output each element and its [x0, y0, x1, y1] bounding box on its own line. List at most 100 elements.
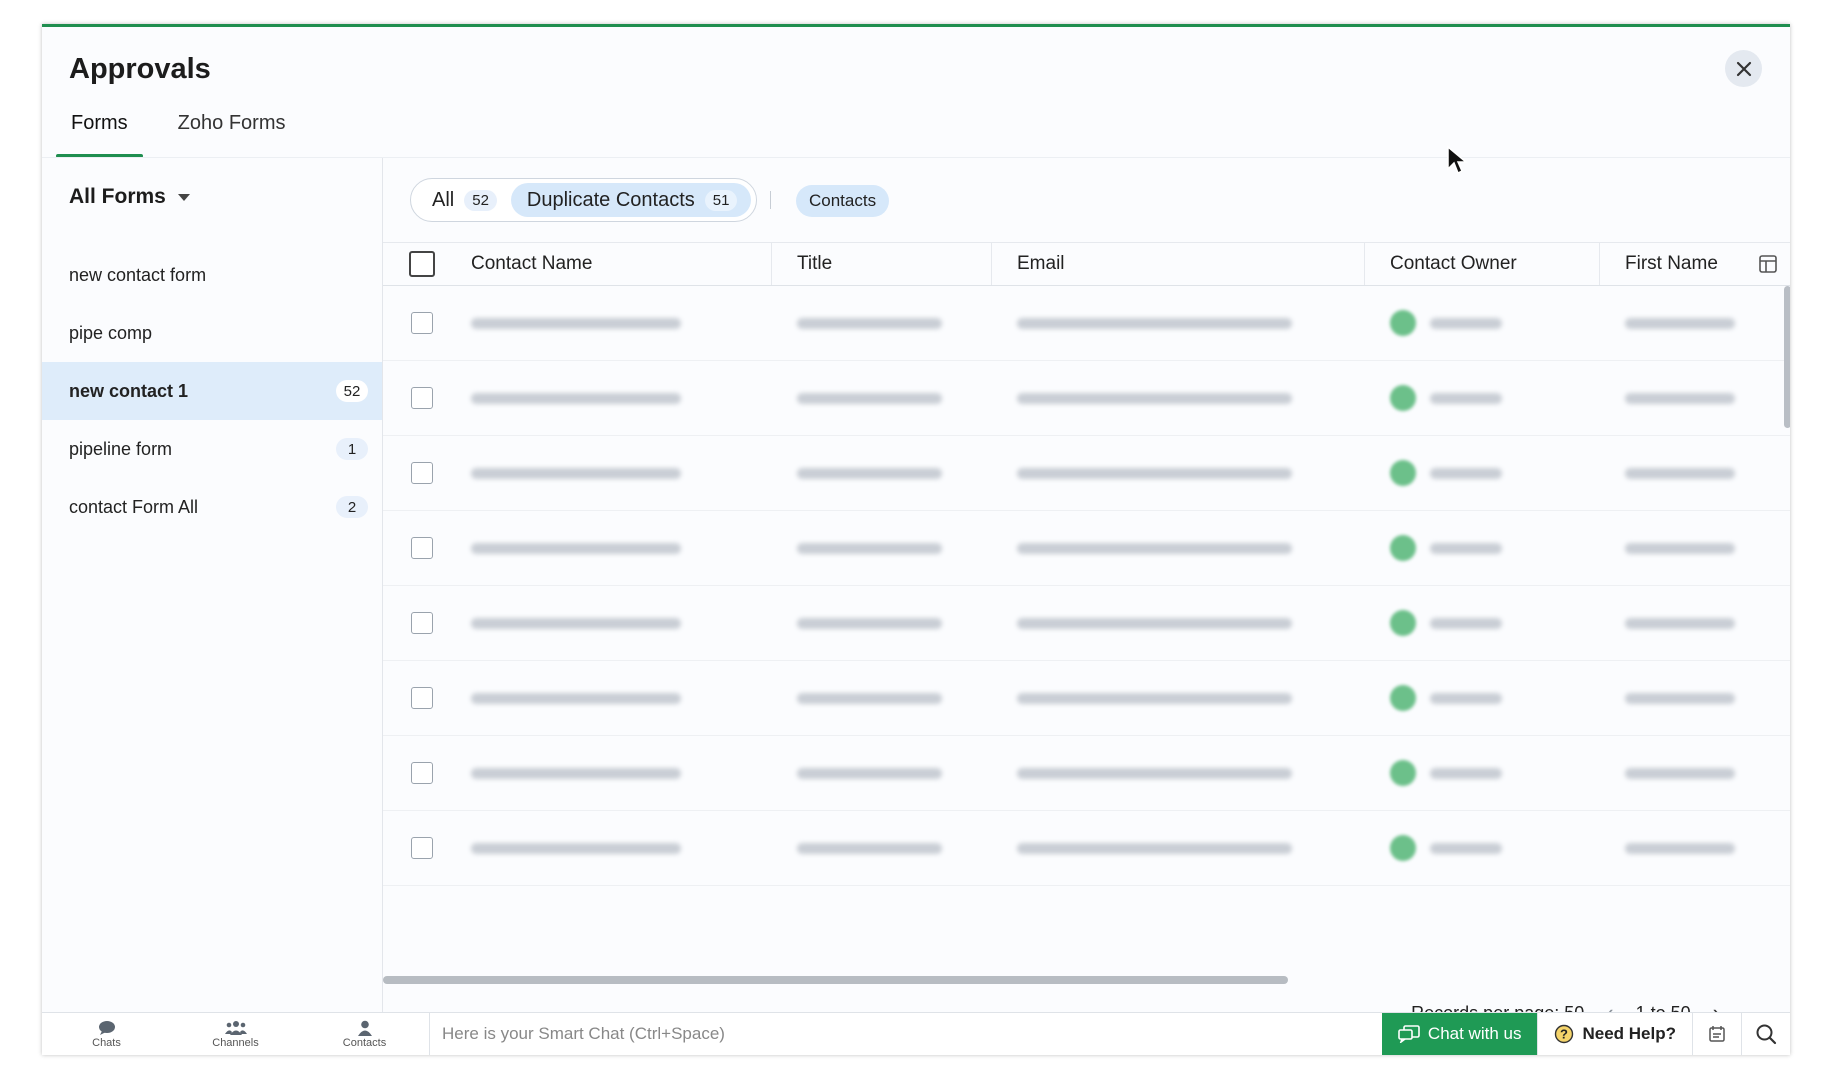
filter-duplicate-count: 51 [704, 189, 738, 211]
cell-contact-owner [1365, 535, 1600, 561]
column-header-contact-name[interactable]: Contact Name [461, 243, 772, 285]
all-forms-dropdown[interactable]: All Forms [69, 185, 190, 209]
table-row[interactable] [383, 661, 1790, 736]
avatar [1390, 385, 1416, 411]
sidebar-item-pipe-comp[interactable]: pipe comp [42, 304, 382, 362]
filter-all-count: 52 [464, 189, 497, 211]
column-header-email[interactable]: Email [992, 243, 1365, 285]
count-badge: 1 [336, 438, 368, 460]
cell-email [992, 392, 1365, 404]
tab-forms[interactable]: Forms [56, 112, 143, 158]
contacts-button[interactable]: Contacts [300, 1013, 429, 1055]
row-checkbox-cell [383, 612, 461, 634]
column-header-title[interactable]: Title [772, 243, 992, 285]
row-checkbox-cell [383, 462, 461, 484]
filter-duplicate-label: Duplicate Contacts [526, 188, 695, 211]
tab-forms-label: Forms [71, 112, 128, 134]
count-badge: 2 [336, 496, 368, 518]
all-forms-label: All Forms [69, 185, 166, 208]
cell-contact-name [461, 392, 772, 404]
avatar [1390, 760, 1416, 786]
cell-title [772, 317, 992, 329]
chat-with-us-button[interactable]: Chat with us [1381, 1013, 1538, 1055]
chat-icon [1398, 1025, 1420, 1043]
chats-button[interactable]: Chats [42, 1013, 171, 1055]
channels-label: Channels [212, 1036, 259, 1049]
avatar [1390, 610, 1416, 636]
row-checkbox[interactable] [411, 462, 433, 484]
smart-chat-input[interactable]: Here is your Smart Chat (Ctrl+Space) [429, 1013, 1382, 1055]
avatar [1390, 460, 1416, 486]
row-checkbox[interactable] [411, 537, 433, 559]
filter-separator [770, 191, 771, 209]
cell-title [772, 767, 992, 779]
select-all-cell [383, 243, 461, 285]
cell-contact-owner [1365, 460, 1600, 486]
tab-bar: Forms Zoho Forms [56, 112, 356, 158]
table-row[interactable] [383, 436, 1790, 511]
cell-email [992, 317, 1365, 329]
avatar [1390, 535, 1416, 561]
table-row[interactable] [383, 811, 1790, 886]
sidebar-item-contact-form-all[interactable]: contact Form All 2 [42, 478, 382, 536]
sidebar-item-pipeline-form[interactable]: pipeline form 1 [42, 420, 382, 478]
column-header-contact-owner[interactable]: Contact Owner [1365, 243, 1600, 285]
tab-zoho-forms[interactable]: Zoho Forms [163, 112, 301, 157]
cell-contact-name [461, 842, 772, 854]
table-row[interactable] [383, 511, 1790, 586]
row-checkbox-cell [383, 312, 461, 334]
cell-email [992, 617, 1365, 629]
cell-first-name [1600, 392, 1790, 404]
approvals-dialog: Approvals Forms Zoho Forms All Forms new… [42, 24, 1790, 1055]
sidebar-item-label: new contact form [69, 264, 207, 285]
need-help-label: Need Help? [1582, 1024, 1676, 1043]
table-row[interactable] [383, 886, 1790, 894]
column-settings-icon [1759, 255, 1777, 273]
channels-button[interactable]: Channels [171, 1013, 300, 1055]
help-icon: ? [1555, 1024, 1574, 1044]
row-checkbox[interactable] [411, 612, 433, 634]
row-checkbox[interactable] [411, 837, 433, 859]
row-checkbox[interactable] [411, 387, 433, 409]
cell-first-name [1600, 467, 1790, 479]
sidebar-item-new-contact-1[interactable]: new contact 1 52 [42, 362, 382, 420]
chats-label: Chats [92, 1036, 121, 1049]
row-checkbox[interactable] [411, 762, 433, 784]
group-icon [224, 1020, 247, 1035]
table-row[interactable] [383, 736, 1790, 811]
filter-all[interactable]: All 52 [416, 183, 511, 217]
row-checkbox[interactable] [411, 312, 433, 334]
row-checkbox-cell [383, 537, 461, 559]
need-help-button[interactable]: ? Need Help? [1537, 1013, 1693, 1055]
search-button[interactable] [1742, 1013, 1790, 1055]
cell-email [992, 542, 1365, 554]
forms-list: new contact form pipe comp new contact 1… [42, 246, 382, 536]
table-row[interactable] [383, 586, 1790, 661]
close-button[interactable] [1725, 50, 1762, 87]
filter-duplicate-contacts[interactable]: Duplicate Contacts 51 [510, 183, 752, 217]
row-checkbox[interactable] [411, 687, 433, 709]
notes-icon [1709, 1026, 1725, 1042]
chat-bubble-icon [98, 1020, 115, 1035]
cell-contact-name [461, 467, 772, 479]
person-icon [357, 1020, 372, 1036]
notes-button[interactable] [1693, 1013, 1742, 1055]
avatar [1390, 835, 1416, 861]
table-row[interactable] [383, 286, 1790, 361]
row-checkbox-cell [383, 387, 461, 409]
cell-title [772, 392, 992, 404]
cell-first-name [1600, 767, 1790, 779]
select-all-checkbox[interactable] [409, 251, 435, 277]
cell-first-name [1600, 542, 1790, 554]
cell-contact-name [461, 692, 772, 704]
records-table: Contact Name Title Email Contact Owner F… [383, 242, 1790, 894]
module-chip-contacts[interactable]: Contacts [796, 185, 890, 217]
sidebar-item-label: contact Form All [69, 496, 199, 517]
table-row[interactable] [383, 361, 1790, 436]
column-settings-button[interactable] [1746, 243, 1790, 285]
main-panel: All 52 Duplicate Contacts 51 Contacts Co… [383, 158, 1790, 1025]
vertical-scrollbar[interactable] [1784, 286, 1790, 428]
horizontal-scrollbar[interactable] [383, 976, 1288, 984]
sidebar-item-new-contact-form[interactable]: new contact form [42, 246, 382, 304]
cell-contact-name [461, 767, 772, 779]
